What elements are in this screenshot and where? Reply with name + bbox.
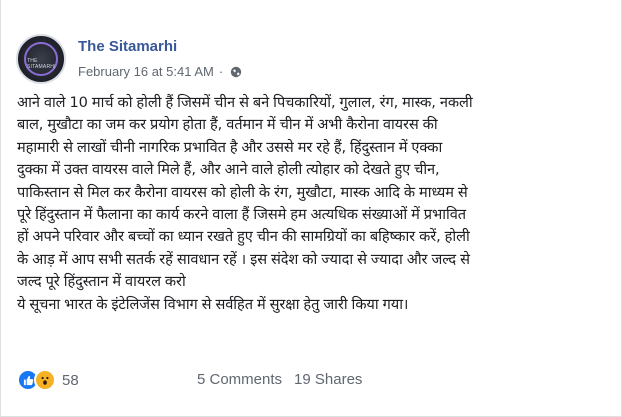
post-text-line: पूरे हिंदुस्तान में फैलाना का कार्य करने… (17, 206, 466, 224)
shares-count-link[interactable]: 19 Shares (294, 371, 362, 388)
avatar-caption: THE SITAMARHI (27, 58, 56, 70)
comments-count-link[interactable]: 5 Comments (197, 371, 282, 388)
post-header: THE SITAMARHI The Sitamarhi February 16 … (16, 34, 606, 86)
engagement-counts: 5 Comments 19 Shares (197, 371, 362, 388)
avatar[interactable]: THE SITAMARHI (16, 34, 66, 84)
wow-icon (34, 369, 56, 391)
post-text-line: जल्द पूरे हिंदुस्तान में वायरल करो (17, 273, 186, 291)
post-stats-bar: 58 5 Comments 19 Shares (17, 366, 607, 394)
post-body: आने वाले 10 मार्च को होली हैं जिसमें चीन… (17, 92, 609, 316)
post-text-line: महामारी से लाखों चीनी नागरिक प्रभावित है… (17, 138, 443, 156)
post-text-line: हों अपने परिवार और बच्चों का ध्यान रखते … (17, 228, 470, 246)
card-left-border (0, 0, 1, 417)
post-text-line: आने वाले 10 मार्च को होली हैं जिसमें चीन… (17, 94, 473, 111)
post-text-line: बाल, मुखौटा का जम कर प्रयोग होता हैं, वर… (17, 116, 438, 134)
post-text-line: दुक्का में उक्त वायरस वाले मिले हैं, और … (17, 161, 440, 179)
reactions-summary[interactable]: 58 (17, 369, 79, 391)
globe-icon[interactable] (230, 66, 242, 78)
post-text-line: के आड़ में आप सभी सतर्क रहें सावधान रहें… (17, 250, 470, 268)
post-meta: February 16 at 5:41 AM · (78, 64, 242, 79)
page-name-link[interactable]: The Sitamarhi (78, 38, 177, 55)
post-text-line: पाकिस्तान से मिल कर कैरोना वायरस को होली… (17, 183, 468, 201)
reaction-count: 58 (62, 371, 79, 389)
post-text-line: ये सूचना भारत के इंटेलिजेंस विभाग से सर्… (17, 295, 409, 313)
post-date-link[interactable]: February 16 at 5:41 AM (78, 64, 214, 79)
meta-separator: · (218, 64, 224, 79)
